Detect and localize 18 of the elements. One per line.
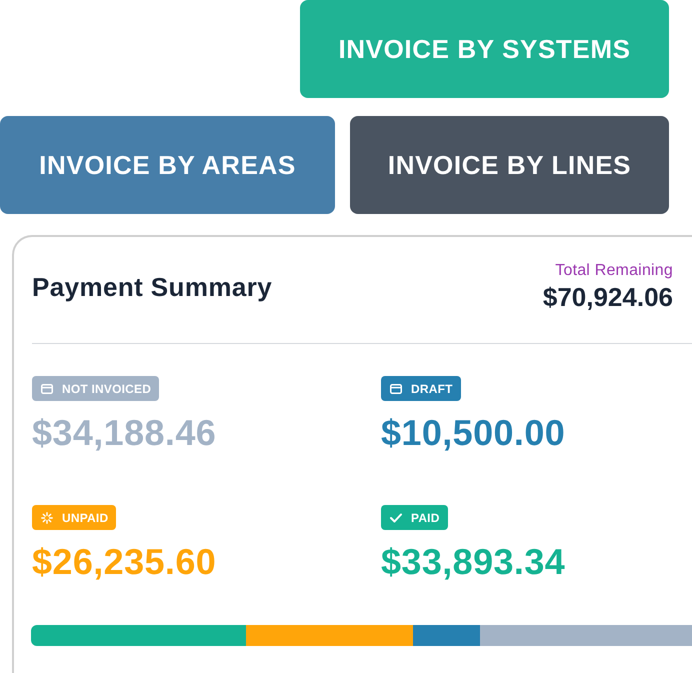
status-amount: $33,893.34 — [381, 542, 566, 582]
total-label: Total Remaining — [555, 262, 673, 280]
status-badge: NOT INVOICED — [32, 376, 160, 401]
status-badge: UNPAID — [32, 505, 116, 530]
invoice-button[interactable]: INVOICE BY AREAS — [0, 116, 335, 214]
card-title: Payment Summary — [32, 272, 272, 302]
card-icon — [390, 384, 402, 394]
invoice-button[interactable]: INVOICE BY SYSTEMS — [300, 0, 669, 98]
status-badge: PAID — [381, 505, 448, 530]
status-amount: $26,235.60 — [32, 542, 216, 582]
loader-icon — [41, 512, 53, 524]
check-icon — [390, 512, 402, 522]
status-badge: DRAFT — [381, 376, 461, 401]
card-icon — [41, 384, 53, 394]
status-amount: $10,500.00 — [381, 413, 566, 453]
status-amount: $34,188.46 — [32, 413, 216, 453]
invoice-button[interactable]: INVOICE BY LINES — [350, 116, 669, 214]
total-amount: $70,924.06 — [542, 282, 673, 312]
